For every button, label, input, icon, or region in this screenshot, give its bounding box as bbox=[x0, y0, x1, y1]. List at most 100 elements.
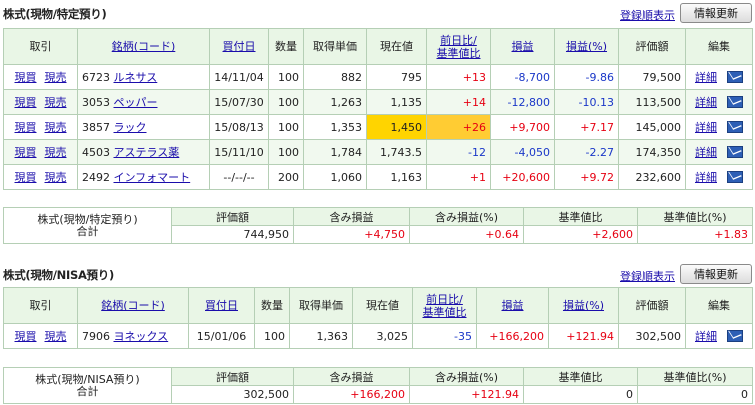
refresh-button[interactable]: 情報更新 bbox=[680, 3, 752, 23]
order-display-link[interactable]: 登録順表示 bbox=[620, 7, 675, 23]
summary-value: 302,500 bbox=[171, 385, 294, 404]
summary-base: +2,600 bbox=[523, 225, 638, 244]
summary-unreal-pct: +121.94 bbox=[409, 385, 524, 404]
detail-link[interactable]: 詳細 bbox=[695, 144, 717, 160]
summary-table-2: 株式(現物/NISA預り) 合計 評価額 含み損益 含み損益(%) 基準値比 基準… bbox=[3, 367, 753, 404]
col-price: 現在値 bbox=[366, 28, 427, 65]
detail-link[interactable]: 詳細 bbox=[695, 169, 717, 185]
stock-name-link[interactable]: ラック bbox=[114, 121, 147, 134]
price-highlighted: 1,450 bbox=[366, 114, 427, 140]
col-torihiki: 取引 bbox=[3, 287, 78, 324]
col-edit: 編集 bbox=[685, 287, 753, 324]
price: 1,135 bbox=[366, 89, 427, 115]
price: 795 bbox=[366, 64, 427, 90]
buy-date: 15/07/30 bbox=[209, 89, 269, 115]
buy-date: 15/08/13 bbox=[209, 114, 269, 140]
col-plpct[interactable]: 損益(%) bbox=[554, 28, 619, 65]
summary-label: 株式(現物/特定預り) 合計 bbox=[3, 207, 172, 244]
profit-loss-pct: -9.86 bbox=[554, 64, 619, 90]
col-torihiki: 取引 bbox=[3, 28, 78, 65]
refresh-button[interactable]: 情報更新 bbox=[680, 264, 752, 284]
quantity: 200 bbox=[268, 164, 304, 190]
table-row: 現買 現売 3857 ラック 15/08/13 100 1,353 1,450 +… bbox=[3, 114, 753, 140]
buy-link[interactable]: 現買 bbox=[15, 328, 37, 344]
table-header-row: 取引 銘柄(コード) 買付日 数量 取得単価 現在値 前日比/基準値比 損益 損… bbox=[3, 28, 753, 65]
col-date[interactable]: 買付日 bbox=[188, 287, 255, 324]
stock-name-link[interactable]: ペッパー bbox=[114, 96, 158, 109]
change: +13 bbox=[426, 64, 491, 90]
section2-title: 株式(現物/NISA預り) bbox=[3, 268, 114, 282]
stock-cell: 4503 アステラス薬 bbox=[77, 139, 210, 165]
summary-header-unreal: 含み損益 bbox=[293, 207, 410, 226]
price: 1,743.5 bbox=[366, 139, 427, 165]
detail-link[interactable]: 詳細 bbox=[695, 69, 717, 85]
detail-link[interactable]: 詳細 bbox=[695, 119, 717, 135]
col-name[interactable]: 銘柄(コード) bbox=[77, 28, 210, 65]
mail-icon[interactable] bbox=[727, 330, 743, 342]
col-date[interactable]: 買付日 bbox=[209, 28, 269, 65]
quantity: 100 bbox=[254, 323, 290, 349]
summary-header-unreal-pct: 含み損益(%) bbox=[409, 367, 524, 386]
order-display-link[interactable]: 登録順表示 bbox=[620, 268, 675, 284]
buy-link[interactable]: 現買 bbox=[15, 144, 37, 160]
sell-link[interactable]: 現売 bbox=[45, 169, 67, 185]
col-pl[interactable]: 損益 bbox=[490, 28, 555, 65]
cost: 1,363 bbox=[289, 323, 353, 349]
stock-name-link[interactable]: ルネサス bbox=[114, 71, 158, 84]
profit-loss-pct: -10.13 bbox=[554, 89, 619, 115]
summary-unreal: +166,200 bbox=[293, 385, 410, 404]
stock-cell: 3053 ペッパー bbox=[77, 89, 210, 115]
col-change[interactable]: 前日比/基準値比 bbox=[426, 28, 491, 65]
col-change[interactable]: 前日比/基準値比 bbox=[412, 287, 477, 324]
sell-link[interactable]: 現売 bbox=[45, 69, 67, 85]
mail-icon[interactable] bbox=[727, 171, 743, 183]
col-value: 評価額 bbox=[618, 28, 686, 65]
mail-icon[interactable] bbox=[727, 96, 743, 108]
detail-link[interactable]: 詳細 bbox=[695, 328, 717, 344]
table-header-row: 取引 銘柄(コード) 買付日 数量 取得単価 現在値 前日比/基準値比 損益 損… bbox=[3, 287, 753, 324]
profit-loss-pct: +121.94 bbox=[548, 323, 619, 349]
col-plpct[interactable]: 損益(%) bbox=[548, 287, 619, 324]
valuation: 232,600 bbox=[618, 164, 686, 190]
detail-link[interactable]: 詳細 bbox=[695, 94, 717, 110]
mail-icon[interactable] bbox=[727, 71, 743, 83]
buy-link[interactable]: 現買 bbox=[15, 119, 37, 135]
buy-link[interactable]: 現買 bbox=[15, 69, 37, 85]
valuation: 79,500 bbox=[618, 64, 686, 90]
summary-header-value: 評価額 bbox=[171, 367, 294, 386]
holdings-table-2: 取引 銘柄(コード) 買付日 数量 取得単価 現在値 前日比/基準値比 損益 損… bbox=[3, 287, 753, 349]
profit-loss: +166,200 bbox=[476, 323, 549, 349]
table-row: 現買 現売 7906 ヨネックス 15/01/06 100 1,363 3,025… bbox=[3, 323, 753, 349]
summary-unreal: +4,750 bbox=[293, 225, 410, 244]
section1-header: 株式(現物/特定預り) 登録順表示 情報更新 bbox=[0, 1, 755, 25]
sell-link[interactable]: 現売 bbox=[45, 144, 67, 160]
buy-link[interactable]: 現買 bbox=[15, 94, 37, 110]
quantity: 100 bbox=[268, 89, 304, 115]
col-pl[interactable]: 損益 bbox=[476, 287, 549, 324]
stock-cell: 6723 ルネサス bbox=[77, 64, 210, 90]
stock-name-link[interactable]: インフォマート bbox=[114, 171, 191, 184]
sell-link[interactable]: 現売 bbox=[45, 328, 67, 344]
sell-link[interactable]: 現売 bbox=[45, 119, 67, 135]
buy-date: --/--/-- bbox=[209, 164, 269, 190]
cost: 882 bbox=[303, 64, 367, 90]
col-qty: 数量 bbox=[268, 28, 304, 65]
cost: 1,784 bbox=[303, 139, 367, 165]
change: -12 bbox=[426, 139, 491, 165]
col-name[interactable]: 銘柄(コード) bbox=[77, 287, 189, 324]
cost: 1,060 bbox=[303, 164, 367, 190]
profit-loss: -8,700 bbox=[490, 64, 555, 90]
profit-loss: -4,050 bbox=[490, 139, 555, 165]
valuation: 113,500 bbox=[618, 89, 686, 115]
price: 1,163 bbox=[366, 164, 427, 190]
change: +14 bbox=[426, 89, 491, 115]
mail-icon[interactable] bbox=[727, 146, 743, 158]
summary-base-pct: 0 bbox=[637, 385, 753, 404]
summary-header-base-pct: 基準値比(%) bbox=[637, 367, 753, 386]
stock-name-link[interactable]: ヨネックス bbox=[114, 330, 169, 343]
profit-loss-pct: -2.27 bbox=[554, 139, 619, 165]
mail-icon[interactable] bbox=[727, 121, 743, 133]
buy-link[interactable]: 現買 bbox=[15, 169, 37, 185]
sell-link[interactable]: 現売 bbox=[45, 94, 67, 110]
stock-name-link[interactable]: アステラス薬 bbox=[114, 146, 180, 159]
